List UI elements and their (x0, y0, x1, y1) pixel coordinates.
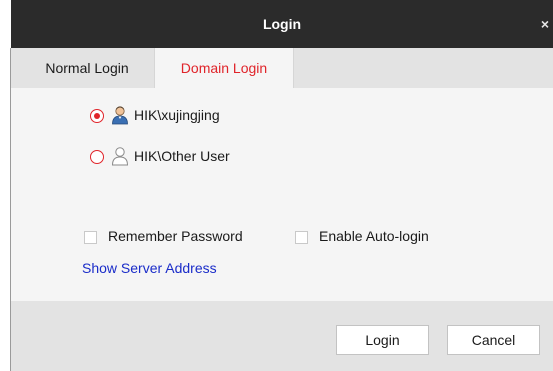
window-title: Login (262, 16, 302, 32)
title-bar: Login × (11, 0, 553, 48)
auto-login-label[interactable]: Enable Auto-login (319, 227, 429, 245)
account-option-current[interactable]: HIK\xujingjing (90, 104, 390, 128)
auto-login-checkbox[interactable] (295, 231, 308, 244)
tab-domain-login[interactable]: Domain Login (154, 48, 294, 88)
remember-password-checkbox[interactable] (84, 231, 97, 244)
user-outline-icon (111, 147, 129, 166)
login-button[interactable]: Login (336, 325, 429, 355)
login-dialog: Login × Normal Login Domain Login HIK\xu… (0, 0, 553, 371)
dialog-footer: Login Cancel (11, 301, 553, 371)
cancel-button[interactable]: Cancel (447, 325, 540, 355)
user-icon (112, 106, 128, 125)
tab-normal-login[interactable]: Normal Login (23, 48, 151, 88)
radio-current-user[interactable] (90, 109, 104, 123)
domain-login-panel: HIK\xujingjing HIK\Other User Remember P… (11, 88, 553, 301)
account-label-other: HIK\Other User (134, 148, 230, 164)
tab-bar: Normal Login Domain Login (11, 48, 553, 88)
close-icon[interactable]: × (539, 15, 551, 33)
show-server-address-link[interactable]: Show Server Address (82, 259, 217, 277)
account-option-other[interactable]: HIK\Other User (90, 145, 390, 169)
radio-selected-dot (94, 113, 100, 119)
remember-password-label[interactable]: Remember Password (108, 227, 243, 245)
radio-other-user[interactable] (90, 150, 104, 164)
account-label-current: HIK\xujingjing (134, 107, 220, 123)
